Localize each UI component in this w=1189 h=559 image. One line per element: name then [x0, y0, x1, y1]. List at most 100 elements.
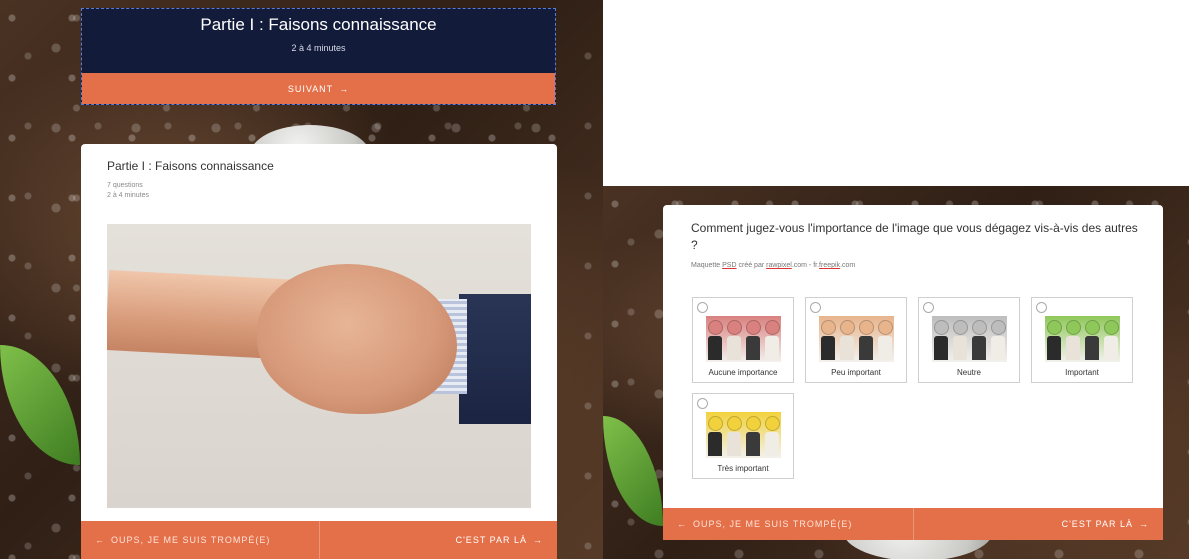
- back-button[interactable]: ← OUPS, JE ME SUIS TROMPÉ(E): [81, 535, 319, 545]
- question-text: Comment jugez-vous l'importance de l'ima…: [691, 221, 1138, 252]
- section-intro-card: Partie I : Faisons connaissance 2 à 4 mi…: [81, 8, 556, 105]
- question-card: Comment jugez-vous l'importance de l'ima…: [663, 205, 1163, 508]
- figure-body: [1103, 336, 1118, 360]
- arrow-right-icon: →: [1139, 519, 1149, 529]
- radio-button[interactable]: [697, 302, 708, 313]
- person-figure: [821, 320, 837, 360]
- figure-body: [877, 336, 892, 360]
- emoji-face-icon: [971, 320, 987, 335]
- person-figure: [840, 320, 856, 360]
- emoji-face-icon: [1047, 320, 1063, 335]
- person-figure: [1047, 320, 1063, 360]
- figure-body: [764, 336, 779, 360]
- question-count: 7 questions: [107, 182, 143, 189]
- emoji-face-icon: [858, 320, 874, 335]
- card-meta: 7 questions 2 à 4 minutes: [107, 181, 149, 201]
- leaf-decoration: [0, 345, 80, 465]
- figure-body: [745, 432, 760, 456]
- figure-body: [990, 336, 1005, 360]
- figure-body: [708, 432, 723, 456]
- option-peu-important[interactable]: Peu important: [805, 297, 907, 383]
- figure-body: [821, 336, 836, 360]
- emoji-face-icon: [727, 416, 743, 431]
- option-image: [706, 412, 781, 458]
- person-figure: [858, 320, 874, 360]
- back-button[interactable]: ← OUPS, JE ME SUIS TROMPÉ(E): [663, 519, 913, 529]
- option-image: [1045, 316, 1120, 362]
- forward-button[interactable]: C'EST PAR LÀ →: [318, 521, 558, 559]
- next-button-label: SUIVANT: [287, 83, 334, 94]
- person-figure: [764, 416, 780, 456]
- radio-button[interactable]: [923, 302, 934, 313]
- credit-mid2: .com - fr.: [791, 262, 820, 269]
- person-figure: [764, 320, 780, 360]
- person-figure: [1066, 320, 1082, 360]
- option-aucune-importance[interactable]: Aucune importance: [692, 297, 794, 383]
- emoji-face-icon: [1084, 320, 1100, 335]
- option-label: Aucune importance: [708, 368, 778, 377]
- arrow-right-icon: →: [533, 535, 543, 545]
- figure-body: [1066, 336, 1081, 360]
- person-figure: [1084, 320, 1100, 360]
- person-figure: [990, 320, 1006, 360]
- navigation-bar: ← OUPS, JE ME SUIS TROMPÉ(E) C'EST PAR L…: [81, 521, 557, 559]
- next-button[interactable]: SUIVANT →: [82, 73, 555, 104]
- emoji-face-icon: [877, 320, 893, 335]
- emoji-face-icon: [727, 320, 743, 335]
- credit-psd: PSD: [722, 262, 737, 269]
- radio-button[interactable]: [697, 398, 708, 409]
- forward-button[interactable]: C'EST PAR LÀ →: [912, 508, 1164, 540]
- handshake-image: [107, 224, 531, 508]
- person-figure: [877, 320, 893, 360]
- emoji-face-icon: [764, 416, 780, 431]
- emoji-face-icon: [1066, 320, 1082, 335]
- sleeve: [459, 294, 531, 424]
- credit-prefix: Maquette: [691, 262, 723, 269]
- person-figure: [934, 320, 950, 360]
- person-figure: [708, 320, 724, 360]
- emoji-face-icon: [990, 320, 1006, 335]
- arrow-right-icon: →: [339, 83, 350, 94]
- person-figure: [1103, 320, 1119, 360]
- emoji-face-icon: [708, 320, 724, 335]
- emoji-face-icon: [708, 416, 724, 431]
- radio-button[interactable]: [810, 302, 821, 313]
- option-neutre[interactable]: Neutre: [918, 297, 1020, 383]
- person-figure: [727, 320, 743, 360]
- option-image: [819, 316, 894, 362]
- navigation-bar: ← OUPS, JE ME SUIS TROMPÉ(E) C'EST PAR L…: [663, 508, 1163, 540]
- card-duration: 2 à 4 minutes: [107, 192, 150, 199]
- figure-body: [745, 336, 760, 360]
- option-image: [706, 316, 781, 362]
- option-important[interactable]: Important: [1031, 297, 1133, 383]
- figure-body: [934, 336, 949, 360]
- freepik-link[interactable]: freepik: [819, 262, 840, 269]
- emoji-face-icon: [745, 320, 761, 335]
- person-figure: [745, 320, 761, 360]
- emoji-face-icon: [821, 320, 837, 335]
- emoji-face-icon: [953, 320, 969, 335]
- leaf-decoration: [603, 416, 663, 526]
- option-tres-important[interactable]: Très important: [692, 393, 794, 479]
- figure-body: [953, 336, 968, 360]
- emoji-face-icon: [840, 320, 856, 335]
- person-figure: [953, 320, 969, 360]
- figure-body: [764, 432, 779, 456]
- hands: [257, 264, 457, 414]
- section-duration: 2 à 4 minutes: [291, 43, 346, 53]
- person-figure: [708, 416, 724, 456]
- option-label: Neutre: [956, 368, 981, 377]
- figure-body: [971, 336, 986, 360]
- person-figure: [745, 416, 761, 456]
- figure-body: [858, 336, 873, 360]
- radio-button[interactable]: [1036, 302, 1047, 313]
- rawpixel-link[interactable]: rawpixel: [766, 262, 792, 269]
- option-label: Peu important: [831, 368, 881, 377]
- figure-body: [727, 336, 742, 360]
- arrow-left-icon: ←: [677, 519, 687, 529]
- figure-body: [727, 432, 742, 456]
- person-figure: [727, 416, 743, 456]
- emoji-face-icon: [1103, 320, 1119, 335]
- emoji-face-icon: [764, 320, 780, 335]
- section-card: Partie I : Faisons connaissance 7 questi…: [81, 144, 557, 559]
